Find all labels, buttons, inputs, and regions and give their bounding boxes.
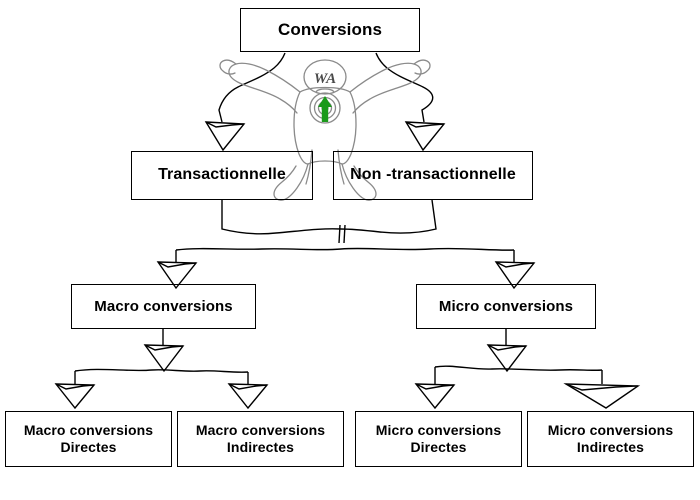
node-micro-directes-label: Micro conversions Directes	[375, 422, 502, 455]
node-macro-directes[interactable]: Macro conversions Directes	[5, 411, 172, 467]
node-transactionnelle-label: Transactionnelle	[158, 166, 286, 184]
node-micro-indirectes[interactable]: Micro conversions Indirectes	[527, 411, 694, 467]
node-macro-indirectes-label: Macro conversions Indirectes	[195, 422, 326, 455]
node-macro-conversions[interactable]: Macro conversions	[71, 284, 256, 329]
node-macro-directes-label: Macro conversions Directes	[23, 422, 154, 455]
node-micro-conversions[interactable]: Micro conversions	[416, 284, 596, 329]
node-conversions[interactable]: Conversions	[240, 8, 420, 52]
node-micro-conversions-label: Micro conversions	[438, 297, 574, 315]
node-non-transactionnelle-label: Non -transactionnelle	[350, 166, 516, 184]
node-macro-indirectes[interactable]: Macro conversions Indirectes	[177, 411, 344, 467]
node-micro-directes[interactable]: Micro conversions Directes	[355, 411, 522, 467]
node-non-transactionnelle[interactable]: Non -transactionnelle	[333, 151, 533, 200]
node-conversions-label: Conversions	[277, 19, 383, 39]
node-micro-indirectes-label: Micro conversions Indirectes	[547, 422, 674, 455]
conversions-diagram: WA Conversions Transactionnelle Non -tra…	[0, 0, 700, 500]
node-transactionnelle[interactable]: Transactionnelle	[131, 151, 313, 200]
node-macro-conversions-label: Macro conversions	[94, 297, 233, 315]
